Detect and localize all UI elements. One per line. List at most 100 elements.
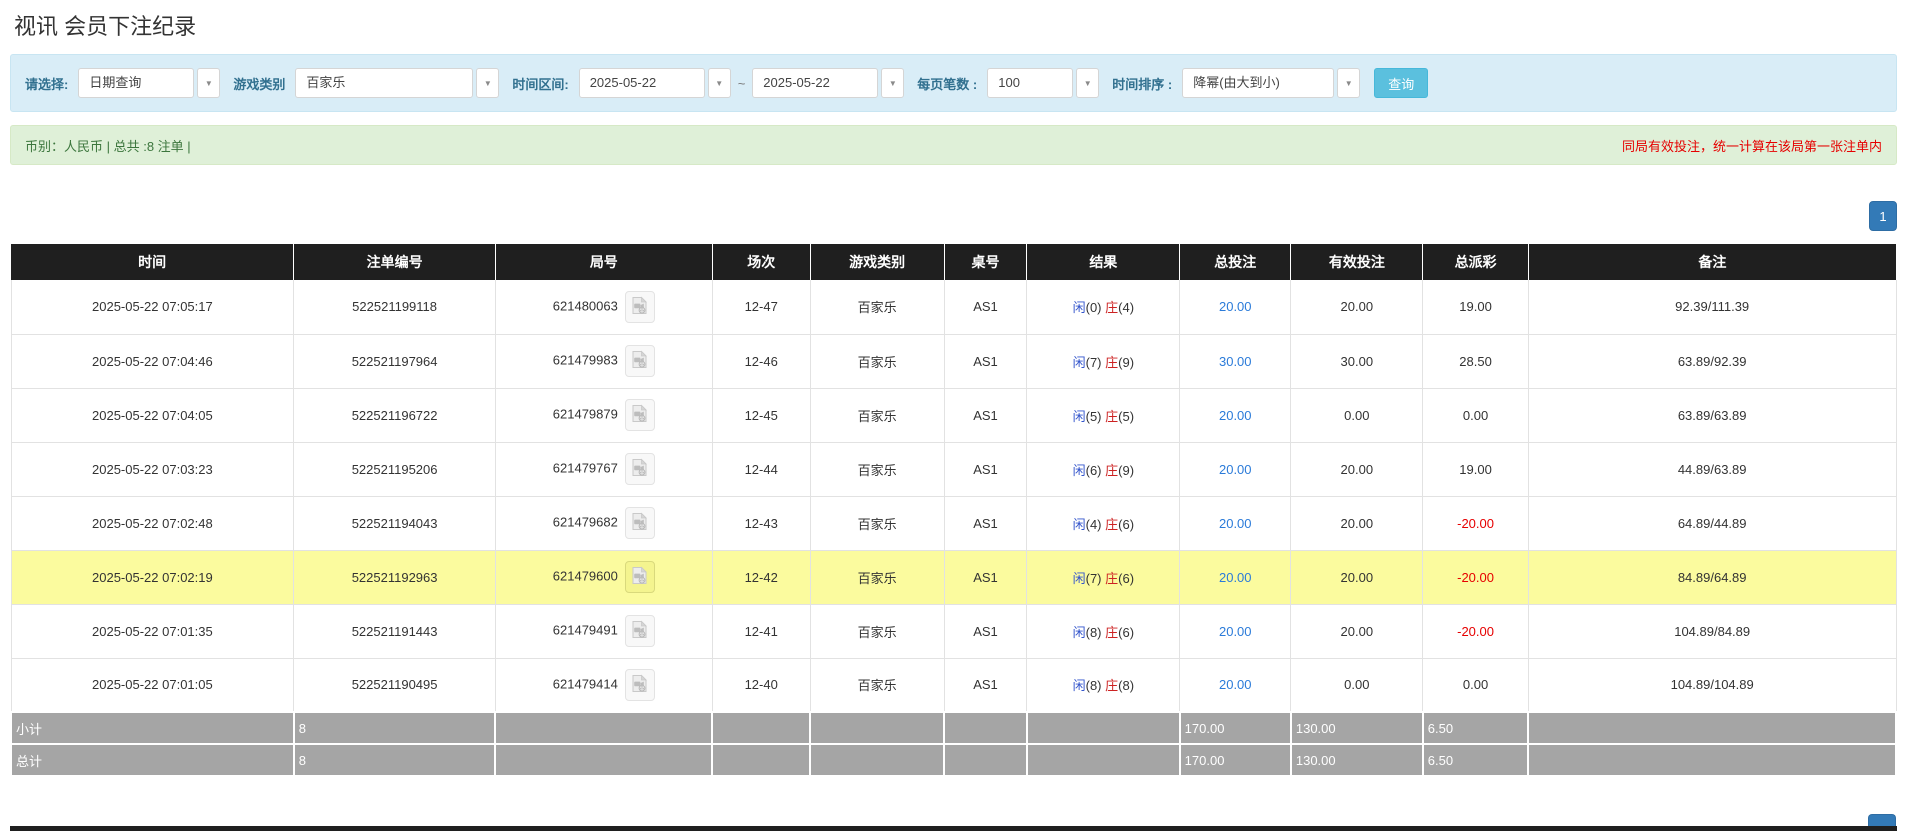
cell-valid-bet: 20.00 bbox=[1290, 280, 1424, 335]
result-player-label: 闲 bbox=[1072, 678, 1086, 694]
round-id-text: 621479767 bbox=[552, 460, 618, 476]
chevron-down-icon[interactable]: ▼ bbox=[197, 68, 221, 98]
cell-remark: 104.89/84.89 bbox=[1527, 604, 1897, 659]
page-1-button[interactable]: 1 bbox=[1869, 201, 1897, 231]
round-id-text: 621479414 bbox=[552, 676, 618, 692]
round-id-text: 621479491 bbox=[552, 622, 618, 638]
video-replay-button[interactable] bbox=[624, 453, 655, 485]
cell-result: 闲(0) 庄(4) bbox=[1026, 280, 1181, 335]
result-banker-value: (4) bbox=[1118, 300, 1135, 316]
cell-payout: 0.00 bbox=[1422, 658, 1529, 713]
subtotal-total-bet: 170.00 bbox=[1178, 711, 1292, 745]
result-player-label: 闲 bbox=[1072, 462, 1086, 478]
cell-total-bet-link[interactable]: 20.00 bbox=[1179, 280, 1292, 335]
cell-table-no: AS1 bbox=[943, 442, 1028, 497]
video-replay-button[interactable] bbox=[624, 561, 655, 593]
round-id-text: 621479682 bbox=[552, 514, 618, 530]
per-page-value[interactable]: 100 bbox=[987, 68, 1074, 98]
cell-session: 12-43 bbox=[711, 496, 811, 551]
cell-bet-id: 522521196722 bbox=[293, 388, 496, 443]
cell-bet-id: 522521194043 bbox=[293, 496, 496, 551]
table-row: 2025-05-22 07:05:17 522521199118 6214800… bbox=[10, 280, 1897, 335]
summary-bar: 币别：人民币 | 总共 :8 注单 | 同局有效投注，统一计算在该局第一张注单内 bbox=[10, 125, 1897, 165]
cell-valid-bet: 20.00 bbox=[1290, 604, 1424, 659]
result-player-value: (0) bbox=[1085, 300, 1102, 316]
cell-bet-id: 522521190495 bbox=[293, 658, 496, 713]
video-file-icon bbox=[631, 404, 648, 426]
cell-payout: 28.50 bbox=[1422, 334, 1529, 389]
video-replay-button[interactable] bbox=[624, 399, 655, 431]
per-page-select[interactable]: 100 ▼ bbox=[987, 68, 1100, 98]
search-button[interactable]: 查询 bbox=[1374, 68, 1429, 98]
cell-remark: 64.89/44.89 bbox=[1527, 496, 1897, 551]
round-id-text: 621479879 bbox=[552, 406, 618, 422]
chevron-down-icon[interactable]: ▼ bbox=[1076, 68, 1100, 98]
date-from-value[interactable]: 2025-05-22 bbox=[578, 68, 705, 98]
table-row: 2025-05-22 07:04:46 522521197964 6214799… bbox=[10, 334, 1897, 389]
total-valid-bet: 130.00 bbox=[1289, 743, 1424, 777]
result-banker-value: (9) bbox=[1118, 354, 1135, 370]
cell-round-id: 621479767 bbox=[494, 442, 713, 497]
video-replay-button[interactable] bbox=[624, 507, 655, 539]
cell-session: 12-41 bbox=[711, 604, 811, 659]
video-replay-button[interactable] bbox=[624, 668, 655, 701]
cell-bet-id: 522521197964 bbox=[293, 334, 496, 389]
cell-session: 12-45 bbox=[711, 388, 811, 443]
video-replay-button[interactable] bbox=[624, 615, 655, 647]
table-row: 2025-05-22 07:02:48 522521194043 6214796… bbox=[10, 496, 1897, 551]
date-to-select[interactable]: 2025-05-22 ▼ bbox=[752, 68, 905, 98]
date-from-select[interactable]: 2025-05-22 ▼ bbox=[578, 68, 731, 98]
cell-payout: -20.00 bbox=[1422, 604, 1529, 659]
game-type-select[interactable]: 百家乐 ▼ bbox=[295, 68, 500, 98]
game-type-value[interactable]: 百家乐 bbox=[295, 68, 474, 98]
cell-valid-bet: 0.00 bbox=[1290, 658, 1424, 713]
cell-result: 闲(8) 庄(6) bbox=[1026, 604, 1181, 659]
cell-total-bet-link[interactable]: 20.00 bbox=[1179, 496, 1292, 551]
cell-table-no: AS1 bbox=[943, 334, 1028, 389]
query-type-value[interactable]: 日期查询 bbox=[78, 68, 195, 98]
result-player-value: (5) bbox=[1085, 408, 1102, 424]
result-banker-label: 庄 bbox=[1105, 408, 1119, 424]
cell-round-id: 621479491 bbox=[494, 604, 713, 659]
table-row: 2025-05-22 07:01:05 522521190495 6214794… bbox=[10, 658, 1897, 713]
result-player-label: 闲 bbox=[1072, 354, 1086, 370]
result-banker-label: 庄 bbox=[1105, 678, 1119, 694]
video-replay-button[interactable] bbox=[624, 345, 655, 377]
chevron-down-icon[interactable]: ▼ bbox=[476, 68, 500, 98]
cell-bet-id: 522521199118 bbox=[293, 280, 496, 335]
table-body: 2025-05-22 07:05:17 522521199118 6214800… bbox=[10, 280, 1897, 713]
result-player-value: (7) bbox=[1085, 570, 1102, 586]
cell-result: 闲(6) 庄(9) bbox=[1026, 442, 1181, 497]
video-file-icon bbox=[631, 512, 648, 534]
cell-total-bet-link[interactable]: 20.00 bbox=[1179, 658, 1292, 713]
result-banker-label: 庄 bbox=[1105, 516, 1119, 532]
cell-valid-bet: 20.00 bbox=[1290, 550, 1424, 605]
result-player-label: 闲 bbox=[1072, 624, 1086, 640]
cell-total-bet-link[interactable]: 20.00 bbox=[1179, 604, 1292, 659]
result-player-value: (7) bbox=[1085, 354, 1102, 370]
col-remark: 备注 bbox=[1528, 244, 1896, 280]
cell-game-type: 百家乐 bbox=[809, 496, 945, 551]
cell-total-bet-link[interactable]: 20.00 bbox=[1179, 442, 1292, 497]
result-player-value: (4) bbox=[1085, 516, 1102, 532]
query-type-select[interactable]: 日期查询 ▼ bbox=[78, 68, 221, 98]
cell-session: 12-42 bbox=[711, 550, 811, 605]
cell-bet-id: 522521195206 bbox=[293, 442, 496, 497]
chevron-down-icon[interactable]: ▼ bbox=[1337, 68, 1361, 98]
video-replay-button[interactable] bbox=[624, 290, 655, 323]
cell-total-bet-link[interactable]: 30.00 bbox=[1179, 334, 1292, 389]
sort-select[interactable]: 降幂(由大到小) ▼ bbox=[1182, 68, 1361, 98]
round-id-text: 621479600 bbox=[552, 568, 618, 584]
sort-value[interactable]: 降幂(由大到小) bbox=[1182, 68, 1335, 98]
cell-total-bet-link[interactable]: 20.00 bbox=[1179, 550, 1292, 605]
col-valid-bet: 有效投注 bbox=[1290, 244, 1424, 280]
cell-round-id: 621479600 bbox=[494, 550, 713, 605]
date-to-value[interactable]: 2025-05-22 bbox=[752, 68, 879, 98]
chevron-down-icon[interactable]: ▼ bbox=[707, 68, 731, 98]
cell-payout: 0.00 bbox=[1422, 388, 1529, 443]
cell-remark: 92.39/111.39 bbox=[1527, 280, 1897, 335]
cell-time: 2025-05-22 07:02:19 bbox=[10, 550, 295, 605]
chevron-down-icon[interactable]: ▼ bbox=[881, 68, 905, 98]
cell-total-bet-link[interactable]: 20.00 bbox=[1179, 388, 1292, 443]
subtotal-row: 小计 8 170.00 130.00 6.50 bbox=[10, 711, 1897, 745]
